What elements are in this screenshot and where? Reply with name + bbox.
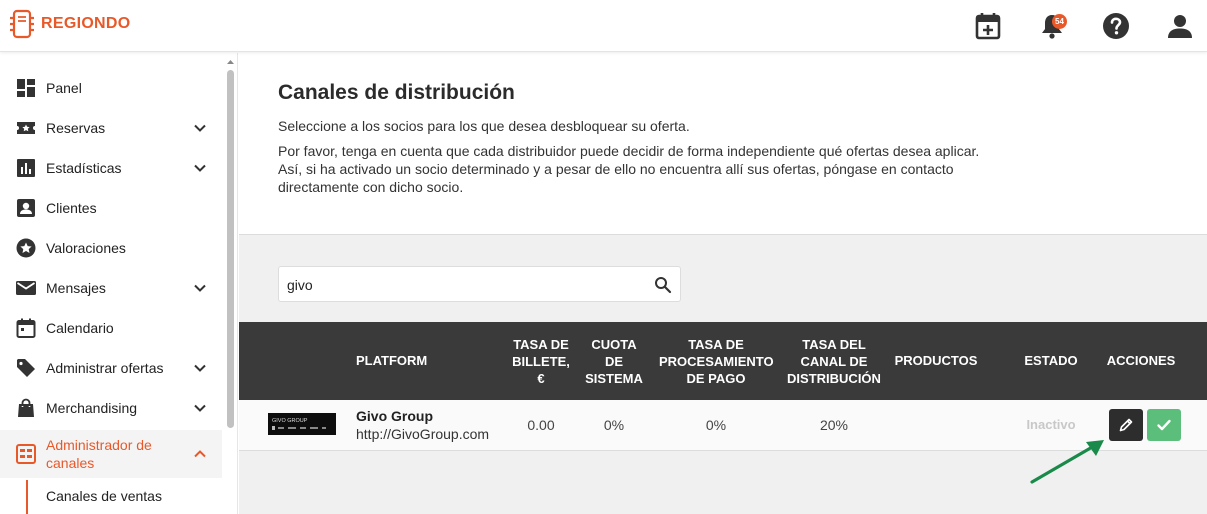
- column-header-ticket-fee[interactable]: TASA DE BILLETE, €: [510, 336, 572, 387]
- sidebar: Panel Reservas Estadísticas Clientes Val…: [0, 53, 238, 514]
- sidebar-scrollbar[interactable]: [225, 58, 236, 514]
- page-note: Por favor, tenga en cuenta que cada dist…: [278, 143, 980, 195]
- chevron-down-icon: [194, 124, 206, 132]
- sidebar-scroll-thumb[interactable]: [227, 70, 234, 428]
- stats-icon: [17, 159, 35, 177]
- page-title: Canales de distribución: [278, 81, 515, 104]
- user-menu-button[interactable]: [1165, 11, 1195, 41]
- clients-icon: [17, 199, 35, 217]
- channel-fee-value: 20%: [819, 417, 849, 433]
- brand-logo[interactable]: REGIONDO: [9, 9, 131, 39]
- sidebar-item-calendario[interactable]: Calendario: [0, 308, 222, 348]
- column-header-payment-fee[interactable]: TASA DE PROCESAMIENTO DE PAGO: [659, 336, 774, 387]
- ticket-icon: [17, 122, 35, 134]
- chevron-up-icon: [194, 450, 206, 458]
- sidebar-item-valoraciones[interactable]: Valoraciones: [0, 228, 222, 268]
- column-header-platform[interactable]: PLATFORM: [356, 352, 427, 369]
- calendar-add-button[interactable]: [973, 11, 1003, 41]
- tag-icon: [17, 359, 35, 377]
- dashboard-icon: [17, 79, 35, 97]
- page-intro: Seleccione a los socios para los que des…: [278, 118, 690, 134]
- sidebar-item-administrar-ofertas[interactable]: Administrar ofertas: [0, 348, 222, 388]
- sidebar-item-label: Calendario: [46, 320, 114, 336]
- givo-group-logo-image: GIVO GROUP: [272, 418, 326, 430]
- chevron-down-icon: [194, 404, 206, 412]
- sidebar-item-estadisticas[interactable]: Estadísticas: [0, 148, 222, 188]
- platform-url[interactable]: http://GivoGroup.com: [356, 426, 489, 442]
- calendar-icon: [16, 318, 36, 338]
- top-bar: REGIONDO 54: [0, 0, 1207, 52]
- star-icon: [16, 238, 36, 258]
- sidebar-item-label: Reservas: [46, 120, 106, 136]
- sidebar-item-reservas[interactable]: Reservas: [0, 108, 222, 148]
- notifications-button[interactable]: 54: [1037, 11, 1067, 41]
- sidebar-item-label: Administrador de canales: [46, 437, 152, 471]
- status-badge: Inactivo: [1026, 417, 1076, 432]
- sidebar-item-clientes[interactable]: Clientes: [0, 188, 222, 228]
- help-button[interactable]: [1101, 11, 1131, 41]
- user-icon: [1168, 15, 1192, 38]
- ticket-fee-value: 0.00: [527, 417, 555, 433]
- search-box: [278, 266, 681, 302]
- sidebar-item-label: Administrar ofertas: [46, 360, 164, 376]
- bag-icon: [18, 398, 34, 417]
- regiondo-logo-icon: [10, 9, 34, 39]
- page-header-card: Canales de distribución Seleccione a los…: [239, 53, 1207, 235]
- brand-name: REGIONDO: [41, 15, 131, 32]
- column-header-actions: ACCIONES: [1106, 353, 1176, 368]
- sidebar-item-label: Estadísticas: [46, 160, 122, 176]
- edit-button[interactable]: [1109, 409, 1143, 441]
- platform-name[interactable]: Givo Group: [356, 408, 433, 424]
- mail-icon: [16, 281, 36, 295]
- sidebar-item-panel[interactable]: Panel: [0, 68, 222, 108]
- sidebar-item-merchandising[interactable]: Merchandising: [0, 388, 222, 428]
- column-header-system-fee[interactable]: CUOTA DE SISTEMA: [582, 336, 646, 387]
- table-header: PLATFORM TASA DE BILLETE, € CUOTA DE SIS…: [239, 322, 1207, 400]
- system-fee-value: 0%: [603, 417, 625, 433]
- payment-fee-value: 0%: [705, 417, 727, 433]
- logo-text: GIVO GROUP: [272, 418, 308, 424]
- sidebar-item-label: Valoraciones: [46, 240, 126, 256]
- chevron-down-icon: [194, 364, 206, 372]
- scroll-up-arrow-icon[interactable]: [225, 58, 236, 66]
- notification-badge: 54: [1052, 14, 1067, 29]
- chevron-down-icon: [194, 164, 206, 172]
- sidebar-item-label: Panel: [46, 80, 82, 96]
- annotation-arrow-icon: [1030, 440, 1104, 484]
- chevron-down-icon: [194, 284, 206, 292]
- activate-button[interactable]: [1147, 409, 1181, 441]
- sidebar-item-label: Merchandising: [46, 400, 138, 416]
- channels-icon: [16, 444, 36, 464]
- sidebar-subitem-label: Canales de ventas: [46, 488, 162, 504]
- sidebar-subitem-canales-de-ventas[interactable]: Canales de ventas: [26, 480, 222, 514]
- column-header-products[interactable]: PRODUCTOS: [891, 352, 981, 369]
- search-icon[interactable]: [654, 276, 672, 294]
- search-input[interactable]: [287, 275, 637, 295]
- calendar-add-icon: [975, 13, 1001, 40]
- sidebar-item-label: Clientes: [46, 200, 97, 216]
- help-icon: [1103, 13, 1129, 39]
- sidebar-item-administrador-de-canales[interactable]: Administrador de canales: [0, 430, 222, 478]
- pencil-icon: [1119, 418, 1133, 432]
- sidebar-item-mensajes[interactable]: Mensajes: [0, 268, 222, 308]
- sidebar-item-label: Mensajes: [46, 280, 106, 296]
- column-header-status[interactable]: ESTADO: [1013, 352, 1089, 369]
- platform-logo: GIVO GROUP: [268, 413, 336, 435]
- column-header-channel-fee[interactable]: TASA DEL CANAL DE DISTRIBUCIÓN: [786, 336, 882, 387]
- checkmark-icon: [1157, 419, 1171, 431]
